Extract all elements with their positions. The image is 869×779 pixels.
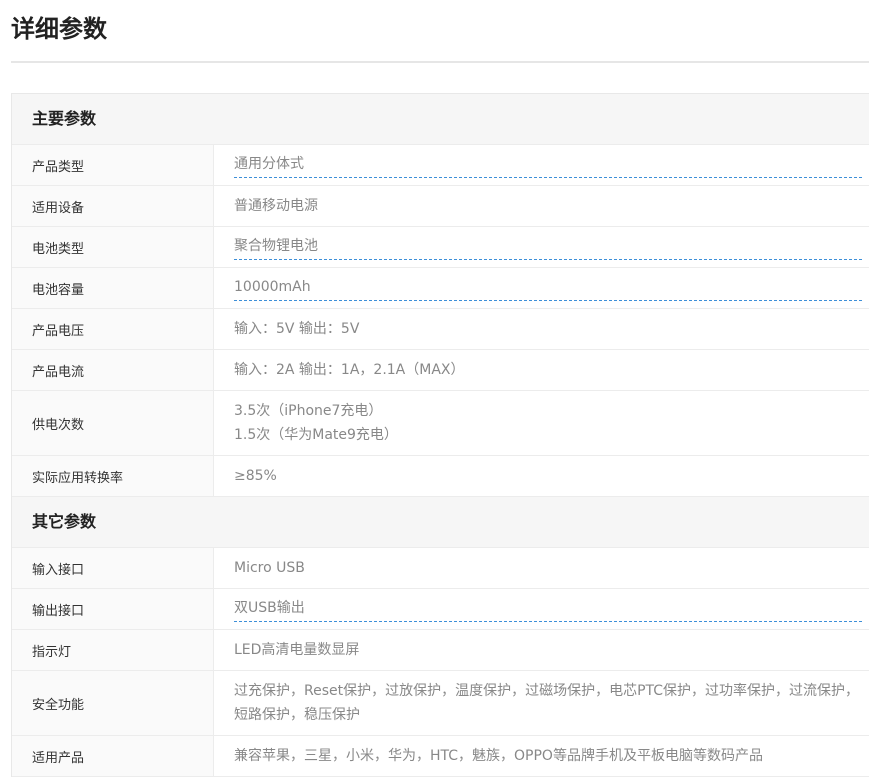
spec-value: 输入：5V 输出：5V [234,321,360,337]
spec-label: 安全功能 [12,671,214,735]
spec-value-link[interactable]: 通用分体式 [234,152,862,178]
spec-label: 电池类型 [12,227,214,267]
spec-value-line: 短路保护，稳压保护 [234,707,360,723]
spec-value-link[interactable]: 10000mAh [234,275,862,301]
spec-row-device: 适用设备 普通移动电源 [12,186,869,227]
spec-value-line: 1.5次（华为Mate9充电） [234,427,398,443]
spec-value-link[interactable]: 双USB输出 [234,596,862,622]
spec-label: 输入接口 [12,548,214,588]
spec-label: 供电次数 [12,391,214,455]
spec-row-input-port: 输入接口 Micro USB [12,548,869,589]
spec-row-battery-type: 电池类型 聚合物锂电池 [12,227,869,268]
spec-value: Micro USB [234,560,305,576]
title-divider [11,61,869,63]
spec-table: 主要参数 产品类型 通用分体式 适用设备 普通移动电源 电池类型 聚合物锂电池 … [11,93,869,777]
spec-label: 产品电压 [12,309,214,349]
spec-label: 电池容量 [12,268,214,308]
spec-row-indicator: 指示灯 LED高清电量数显屏 [12,630,869,671]
spec-label: 实际应用转换率 [12,456,214,496]
spec-value: 普通移动电源 [234,198,318,214]
spec-value: 兼容苹果，三星，小米，华为，HTC，魅族，OPPO等品牌手机及平板电脑等数码产品 [234,748,763,764]
spec-row-safety: 安全功能 过充保护，Reset保护，过放保护，温度保护，过磁场保护，电芯PTC保… [12,671,869,736]
spec-row-output-port: 输出接口 双USB输出 [12,589,869,630]
spec-label: 产品电流 [12,350,214,390]
spec-row-capacity: 电池容量 10000mAh [12,268,869,309]
spec-value-line: 过充保护，Reset保护，过放保护，温度保护，过磁场保护，电芯PTC保护，过功率… [234,683,860,699]
spec-value: LED高清电量数显屏 [234,642,360,658]
spec-value: ≥85% [234,468,277,484]
spec-row-voltage: 产品电压 输入：5V 输出：5V [12,309,869,350]
spec-label: 产品类型 [12,145,214,185]
page-title: 详细参数 [11,15,107,43]
spec-row-charge-times: 供电次数 3.5次（iPhone7充电） 1.5次（华为Mate9充电） [12,391,869,456]
spec-label: 输出接口 [12,589,214,629]
spec-row-product-type: 产品类型 通用分体式 [12,145,869,186]
spec-row-compatible: 适用产品 兼容苹果，三星，小米，华为，HTC，魅族，OPPO等品牌手机及平板电脑… [12,736,869,777]
section-header-main: 主要参数 [12,94,869,145]
spec-label: 适用设备 [12,186,214,226]
spec-row-current: 产品电流 输入：2A 输出：1A，2.1A（MAX） [12,350,869,391]
spec-label: 适用产品 [12,736,214,776]
spec-value-line: 3.5次（iPhone7充电） [234,403,383,419]
section-header-other: 其它参数 [12,497,869,548]
spec-value: 输入：2A 输出：1A，2.1A（MAX） [234,362,465,378]
spec-row-efficiency: 实际应用转换率 ≥85% [12,456,869,497]
spec-value-link[interactable]: 聚合物锂电池 [234,234,862,260]
spec-label: 指示灯 [12,630,214,670]
